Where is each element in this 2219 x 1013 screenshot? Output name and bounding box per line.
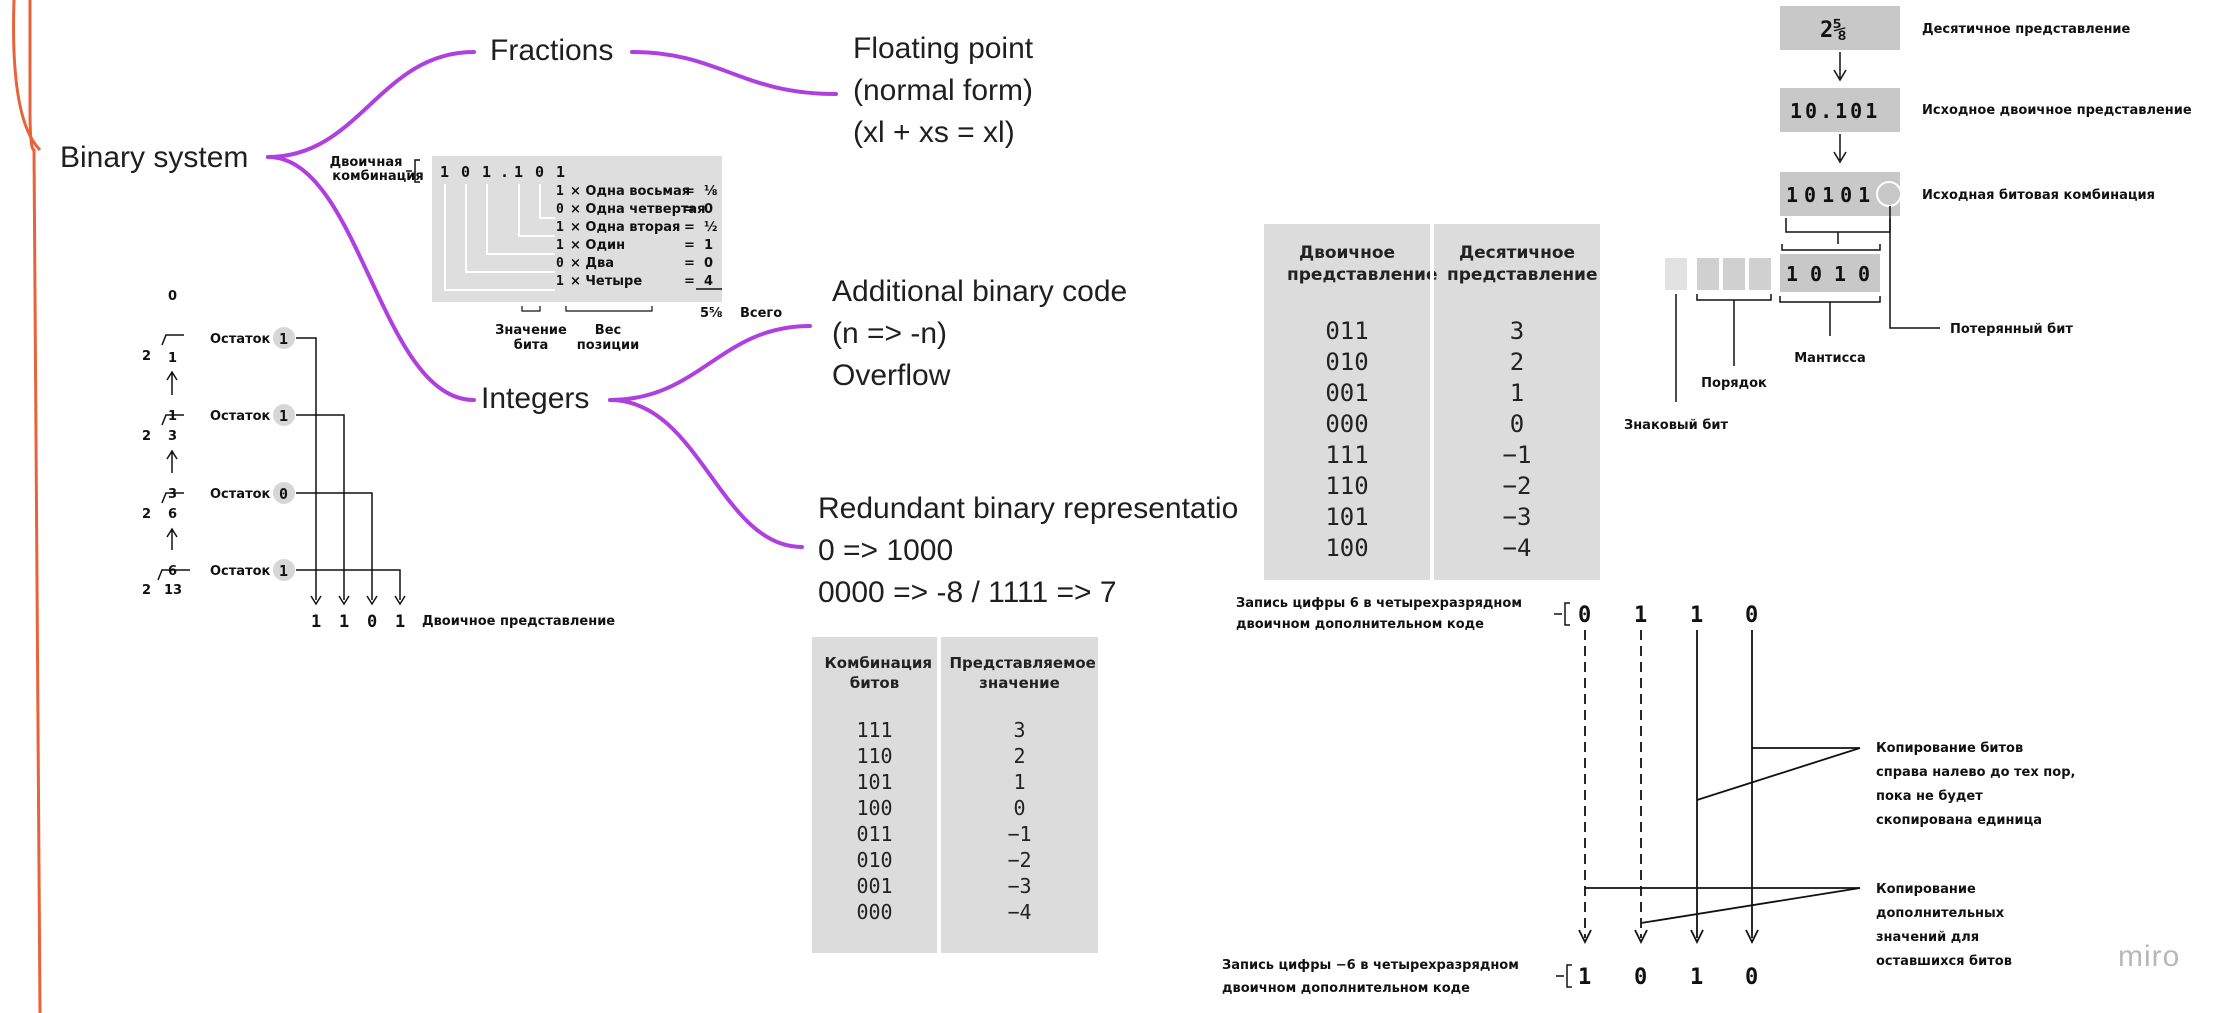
copy-note: Копирование битов	[1876, 741, 2023, 756]
complement-note: значений для	[1876, 930, 1979, 945]
miro-watermark: miro	[2118, 940, 2181, 973]
twos-top-bit: 1	[1690, 603, 1703, 628]
twos-top-bit: 0	[1578, 603, 1591, 628]
twos-top-caption: Запись цифры 6 в четырехразрядном	[1236, 596, 1522, 611]
twos-bottom-bit: 0	[1745, 965, 1758, 990]
twos-bottom-bit: 0	[1634, 965, 1647, 990]
twos-figure[interactable]: Запись цифры 6 в четырехразрядном двоичн…	[0, 0, 2219, 1013]
copy-note: пока не будет	[1876, 789, 1983, 804]
complement-note: Копирование	[1876, 882, 1976, 897]
twos-bottom-bit: 1	[1578, 965, 1591, 990]
twos-top-caption: двоичном дополнительном коде	[1236, 617, 1484, 632]
complement-note: оставшихся битов	[1876, 954, 2012, 969]
twos-bottom-bit: 1	[1690, 965, 1703, 990]
twos-bottom-caption: Запись цифры −6 в четырехразрядном	[1222, 958, 1519, 973]
twos-top-bit: 1	[1634, 603, 1647, 628]
copy-note: справа налево до тех пор,	[1876, 765, 2075, 780]
twos-top-bit: 0	[1745, 603, 1758, 628]
complement-note: дополнительных	[1876, 906, 2005, 921]
copy-note: скопирована единица	[1876, 813, 2042, 828]
twos-bottom-caption: двоичном дополнительном коде	[1222, 981, 1470, 996]
